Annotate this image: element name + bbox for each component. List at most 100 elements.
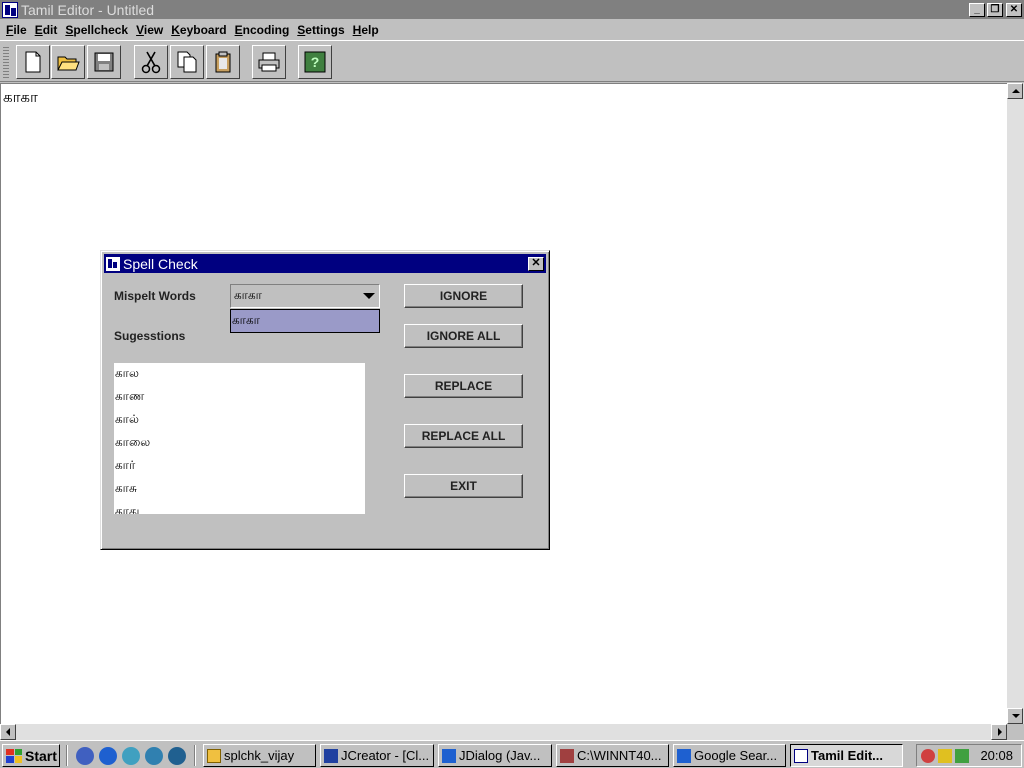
task-label: JDialog (Jav...	[459, 748, 541, 763]
app-icon	[2, 1, 18, 18]
horizontal-scrollbar[interactable]	[0, 724, 1007, 740]
list-item[interactable]: கார்	[115, 458, 135, 474]
restore-button[interactable]: ❐	[987, 2, 1003, 17]
spell-check-dialog: Spell Check ✕ Mispelt Words காகா காகா Su…	[100, 250, 550, 550]
dialog-close-button[interactable]: ✕	[528, 256, 544, 271]
toolbar-grip[interactable]	[3, 46, 9, 78]
quicklaunch-app-icon[interactable]	[145, 747, 163, 765]
tamil-editor-icon	[794, 748, 808, 763]
scroll-up-button[interactable]	[1007, 83, 1023, 99]
task-label: C:\WINNT40...	[577, 748, 662, 763]
list-item[interactable]: காது	[115, 504, 139, 514]
windows-flag-icon	[6, 748, 22, 763]
chevron-down-icon[interactable]	[363, 293, 375, 299]
dialog-title: Spell Check	[123, 255, 198, 272]
suggestions-label: Sugesstions	[114, 329, 186, 343]
open-folder-icon	[57, 56, 80, 71]
window-titlebar: Tamil Editor - Untitled _ ❐ ✕	[0, 0, 1024, 19]
task-jcreator[interactable]: JCreator - [Cl...	[320, 744, 434, 767]
list-item[interactable]: காசு	[115, 481, 137, 497]
menu-spellcheck[interactable]: Spellcheck	[61, 23, 132, 37]
task-winnt[interactable]: C:\WINNT40...	[556, 744, 669, 767]
ignore-all-button[interactable]: IGNORE ALL	[404, 324, 523, 348]
misspelt-words-value: காகா	[234, 288, 262, 302]
jcreator-icon	[324, 748, 338, 763]
quicklaunch-ie-icon[interactable]	[99, 747, 117, 765]
taskbar-separator	[194, 745, 196, 766]
menu-settings[interactable]: Settings	[293, 23, 348, 37]
task-tamil-editor[interactable]: Tamil Edit...	[790, 744, 903, 767]
save-icon	[94, 52, 114, 72]
document-text[interactable]: காகா	[3, 88, 38, 108]
menu-bar: File Edit Spellcheck View Keyboard Encod…	[0, 19, 1024, 41]
dialog-app-icon	[106, 256, 120, 271]
minimize-button[interactable]: _	[969, 2, 985, 17]
quicklaunch-desktop-icon[interactable]	[76, 747, 94, 765]
task-label: splchk_vijay	[224, 748, 295, 763]
task-label: JCreator - [Cl...	[341, 748, 430, 763]
close-button[interactable]: ✕	[1006, 2, 1022, 17]
replace-all-button[interactable]: REPLACE ALL	[404, 424, 523, 448]
replace-button[interactable]: REPLACE	[404, 374, 523, 398]
taskbar: Start splchk_vijay JCreator - [Cl... JDi…	[0, 740, 1024, 768]
scroll-left-button[interactable]	[0, 724, 16, 740]
task-google-search[interactable]: Google Sear...	[673, 744, 786, 767]
print-button[interactable]	[252, 45, 286, 79]
task-label: Tamil Edit...	[811, 748, 883, 763]
menu-keyboard[interactable]: Keyboard	[167, 23, 230, 37]
task-jdialog[interactable]: JDialog (Jav...	[438, 744, 552, 767]
quicklaunch-browser-icon[interactable]	[168, 747, 186, 765]
open-button[interactable]	[51, 45, 85, 79]
clock[interactable]: 20:08	[980, 748, 1013, 763]
menu-encoding[interactable]: Encoding	[231, 23, 294, 37]
taskbar-separator	[66, 745, 68, 766]
help-button[interactable]: ?	[298, 45, 332, 79]
list-item[interactable]: காலை	[115, 435, 150, 451]
tray-security-icon[interactable]	[921, 748, 935, 763]
system-tray: 20:08	[916, 744, 1022, 767]
browser-icon	[677, 748, 691, 763]
copy-button[interactable]	[170, 45, 204, 79]
menu-edit[interactable]: Edit	[31, 23, 62, 37]
print-icon	[258, 52, 280, 72]
copy-icon	[177, 51, 197, 73]
new-file-icon	[25, 51, 41, 73]
suggestions-list[interactable]: கால காண கால் காலை கார் காசு காது	[114, 363, 365, 514]
menu-view[interactable]: View	[132, 23, 167, 37]
menu-file[interactable]: File	[2, 23, 31, 37]
save-button[interactable]	[87, 45, 121, 79]
scrollbar-corner	[1007, 724, 1024, 740]
tray-app-icon[interactable]	[955, 748, 969, 763]
list-item[interactable]: கால	[115, 366, 139, 382]
scroll-down-button[interactable]	[1007, 708, 1023, 724]
task-label: Google Sear...	[694, 748, 778, 763]
start-button[interactable]: Start	[2, 744, 60, 767]
list-item[interactable]: கால்	[115, 412, 139, 428]
window-title: Tamil Editor - Untitled	[21, 1, 155, 18]
cut-icon	[141, 51, 161, 74]
list-item[interactable]: காண	[115, 389, 144, 405]
cut-button[interactable]	[134, 45, 168, 79]
scroll-right-button[interactable]	[991, 724, 1007, 740]
quicklaunch-network-icon[interactable]	[122, 747, 140, 765]
paste-button[interactable]	[206, 45, 240, 79]
start-label: Start	[25, 747, 57, 764]
new-file-button[interactable]	[16, 45, 50, 79]
misspelt-words-dropdown: காகா	[230, 309, 380, 333]
ignore-button[interactable]: IGNORE	[404, 284, 523, 308]
dialog-titlebar[interactable]: Spell Check ✕	[104, 254, 546, 273]
task-splchk-vijay[interactable]: splchk_vijay	[203, 744, 316, 767]
console-icon	[560, 748, 574, 763]
dropdown-option[interactable]: காகா	[232, 313, 260, 329]
exit-button[interactable]: EXIT	[404, 474, 523, 498]
misspelt-words-label: Mispelt Words	[114, 289, 196, 303]
menu-help[interactable]: Help	[349, 23, 383, 37]
paste-icon	[215, 51, 231, 73]
folder-icon	[207, 748, 221, 763]
browser-icon	[442, 748, 456, 763]
tray-network-icon[interactable]	[938, 748, 952, 763]
vertical-scrollbar[interactable]	[1007, 83, 1024, 724]
svg-text:?: ?	[311, 54, 320, 70]
toolbar: ?	[0, 42, 1024, 82]
misspelt-words-combo[interactable]: காகா	[230, 284, 380, 308]
